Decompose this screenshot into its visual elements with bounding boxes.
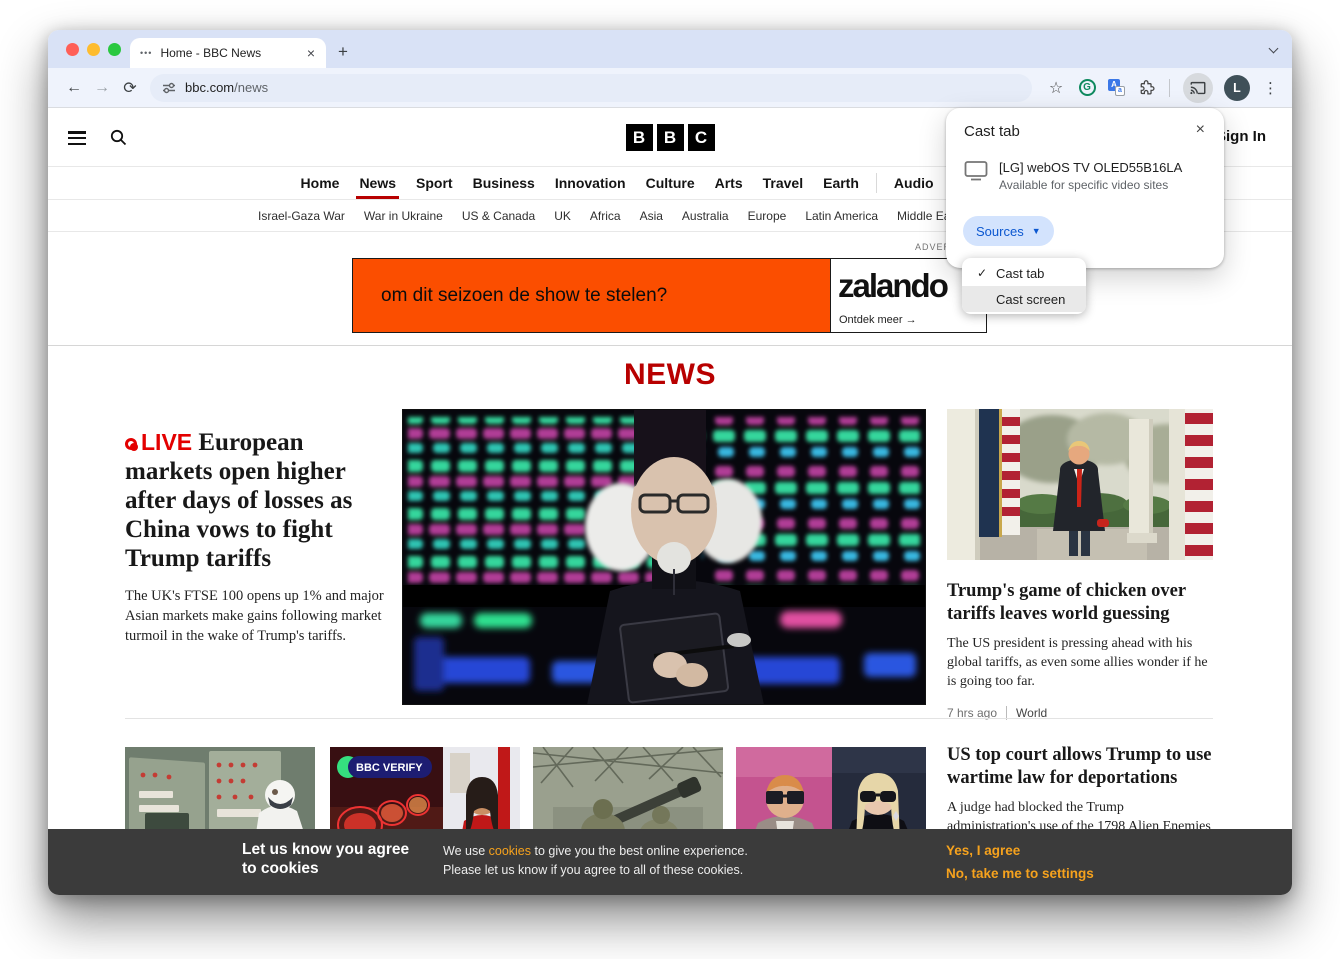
nav-home[interactable]: Home bbox=[298, 167, 343, 199]
subnav-africa[interactable]: Africa bbox=[590, 209, 621, 223]
ad-banner[interactable]: om dit seizoen de show te stelen? zaland… bbox=[352, 258, 987, 333]
side-story-image[interactable] bbox=[947, 409, 1213, 560]
cast-icon[interactable] bbox=[1183, 73, 1213, 103]
site-settings-icon[interactable] bbox=[162, 81, 176, 95]
side-story-headline[interactable]: Trump's game of chicken over tariffs lea… bbox=[947, 580, 1213, 625]
zoom-window-button[interactable] bbox=[108, 43, 121, 56]
live-icon bbox=[125, 438, 137, 450]
minimize-window-button[interactable] bbox=[87, 43, 100, 56]
back-button[interactable]: ← bbox=[60, 79, 88, 97]
new-tab-button[interactable]: + bbox=[338, 42, 348, 62]
checkmark-icon: ✓ bbox=[970, 266, 994, 280]
nav-earth[interactable]: Earth bbox=[820, 167, 862, 199]
cast-device-status: Available for specific video sites bbox=[999, 178, 1182, 192]
menu-option-cast-tab[interactable]: ✓ Cast tab bbox=[962, 260, 1086, 286]
svg-text:BBC VERIFY: BBC VERIFY bbox=[356, 762, 423, 774]
side-story-summary: The US president is pressing ahead with … bbox=[947, 634, 1213, 691]
nav-travel[interactable]: Travel bbox=[760, 167, 806, 199]
nav-divider bbox=[876, 173, 877, 193]
side-story[interactable]: Trump's game of chicken over tariffs lea… bbox=[947, 409, 1213, 720]
lead-headline[interactable]: LIVE European markets open higher after … bbox=[125, 428, 393, 573]
subnav-asia[interactable]: Asia bbox=[640, 209, 663, 223]
cookie-body: We use cookies to give you the best onli… bbox=[443, 842, 748, 881]
profile-avatar[interactable]: L bbox=[1224, 75, 1250, 101]
forward-button[interactable]: → bbox=[88, 79, 116, 97]
nav-sport[interactable]: Sport bbox=[413, 167, 456, 199]
subnav-ukraine[interactable]: War in Ukraine bbox=[364, 209, 443, 223]
nav-culture[interactable]: Culture bbox=[643, 167, 698, 199]
browser-tab[interactable]: ••• Home - BBC News × bbox=[130, 38, 326, 68]
lead-summary: The UK's FTSE 100 opens up 1% and major … bbox=[125, 586, 393, 646]
subnav-us-canada[interactable]: US & Canada bbox=[462, 209, 535, 223]
reload-button[interactable]: ⟳ bbox=[116, 78, 144, 98]
browser-menu-icon[interactable]: ⋮ bbox=[1263, 79, 1278, 97]
bookmark-star-icon[interactable]: ☆ bbox=[1046, 78, 1066, 98]
url-text: bbc.com/news bbox=[185, 80, 268, 95]
browser-window: ••• Home - BBC News × + ← → ⟳ bbc.com/ne… bbox=[48, 30, 1292, 895]
nav-news[interactable]: News bbox=[356, 167, 399, 199]
lead-story-text[interactable]: LIVE European markets open higher after … bbox=[125, 428, 393, 646]
cookie-settings-button[interactable]: No, take me to settings bbox=[946, 863, 1094, 886]
cast-dialog: Cast tab × [LG] webOS TV OLED55B16LA Ava… bbox=[946, 108, 1224, 268]
subnav-europe[interactable]: Europe bbox=[748, 209, 787, 223]
toolbar-separator bbox=[1169, 79, 1170, 97]
cookie-title: Let us know you agree to cookies bbox=[242, 841, 427, 879]
bottom-story-headline[interactable]: US top court allows Trump to use wartime… bbox=[947, 744, 1213, 789]
grammarly-extension-icon[interactable]: G bbox=[1077, 78, 1097, 98]
news-section-title: NEWS bbox=[48, 358, 1292, 392]
ad-headline: om dit seizoen de show te stelen? bbox=[381, 285, 667, 307]
cookie-accept-button[interactable]: Yes, I agree bbox=[946, 840, 1094, 863]
tab-title: Home - BBC News bbox=[160, 46, 303, 60]
ad-brand-logo: zalando bbox=[838, 267, 947, 305]
subnav-latin-america[interactable]: Latin America bbox=[805, 209, 878, 223]
extensions-puzzle-icon[interactable] bbox=[1136, 78, 1156, 98]
tab-favicon-icon: ••• bbox=[140, 48, 152, 58]
cookies-link[interactable]: cookies bbox=[489, 844, 531, 858]
section-divider bbox=[48, 345, 1292, 346]
cast-device-row[interactable]: [LG] webOS TV OLED55B16LA Available for … bbox=[964, 160, 1182, 192]
subnav-israel-gaza[interactable]: Israel-Gaza War bbox=[258, 209, 345, 223]
tab-search-chevron-icon[interactable] bbox=[1270, 45, 1278, 53]
translate-extension-icon[interactable]: A a bbox=[1108, 79, 1125, 96]
address-bar[interactable]: bbc.com/news bbox=[150, 74, 1032, 102]
ad-cta-link[interactable]: Ontdek meer → bbox=[839, 314, 917, 326]
nav-business[interactable]: Business bbox=[470, 167, 538, 199]
traffic-lights bbox=[66, 43, 121, 56]
sources-menu: ✓ Cast tab Cast screen bbox=[962, 258, 1086, 314]
cast-device-name: [LG] webOS TV OLED55B16LA bbox=[999, 160, 1182, 175]
tv-icon bbox=[964, 160, 988, 181]
browser-toolbar: ← → ⟳ bbc.com/news ☆ G A a bbox=[48, 68, 1292, 108]
tab-strip: ••• Home - BBC News × + bbox=[48, 30, 1292, 68]
sources-button[interactable]: Sources ▼ bbox=[963, 216, 1054, 246]
cookie-banner: Let us know you agree to cookies We use … bbox=[48, 829, 1292, 895]
subnav-uk[interactable]: UK bbox=[554, 209, 571, 223]
caret-down-icon: ▼ bbox=[1032, 226, 1041, 236]
nav-arts[interactable]: Arts bbox=[712, 167, 746, 199]
subnav-australia[interactable]: Australia bbox=[682, 209, 729, 223]
content-divider bbox=[125, 718, 1213, 719]
tab-close-icon[interactable]: × bbox=[304, 45, 318, 61]
nav-innovation[interactable]: Innovation bbox=[552, 167, 629, 199]
menu-option-cast-screen[interactable]: Cast screen bbox=[962, 286, 1086, 312]
close-window-button[interactable] bbox=[66, 43, 79, 56]
live-badge: LIVE bbox=[125, 429, 192, 456]
cast-dialog-title: Cast tab bbox=[964, 123, 1020, 140]
nav-audio[interactable]: Audio bbox=[891, 167, 937, 199]
lead-story-image[interactable] bbox=[402, 409, 926, 705]
cast-dialog-close-icon[interactable]: × bbox=[1191, 119, 1210, 141]
